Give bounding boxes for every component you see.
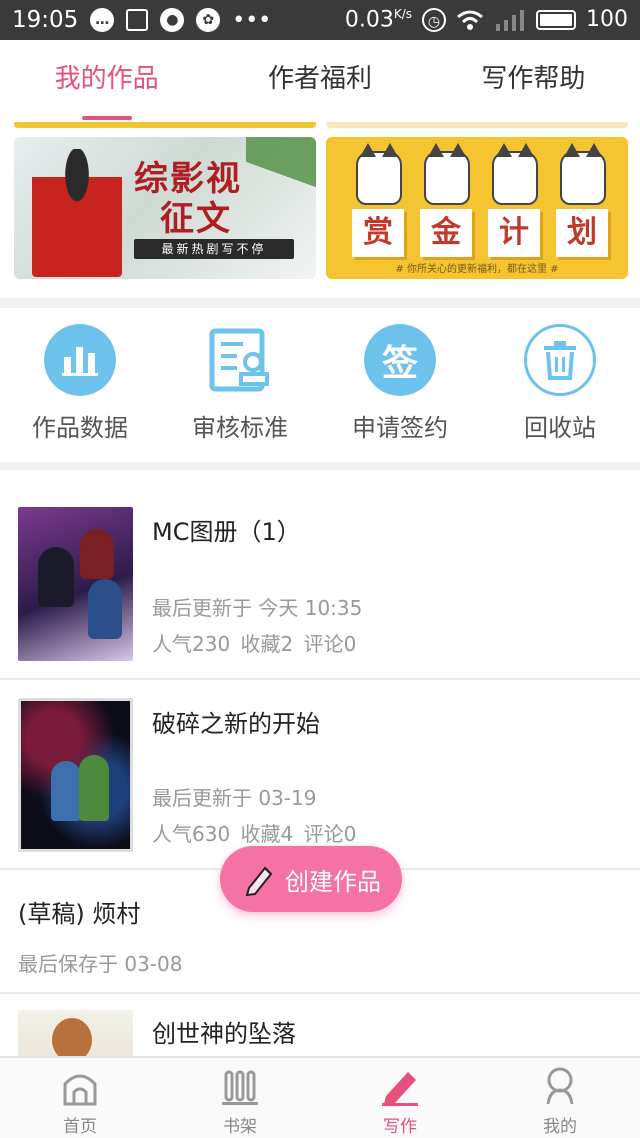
wifi-icon — [457, 10, 483, 30]
quick-action-label: 作品数据 — [32, 414, 128, 442]
work-title: (草稿) 烦村 — [18, 900, 141, 928]
work-title: 破碎之新的开始 — [152, 710, 320, 738]
status-time: 19:05 — [12, 7, 79, 33]
work-stats: 人气230 收藏2 评论0 — [152, 632, 357, 656]
tab-my-works[interactable]: 我的作品 — [0, 40, 213, 122]
character-figure — [79, 755, 109, 821]
cat-icon — [424, 143, 470, 205]
signal-icon — [496, 9, 524, 31]
battery-level: 100 — [586, 7, 628, 33]
more-icon: ••• — [232, 7, 272, 33]
work-cover-image — [18, 507, 133, 661]
bookshelf-icon — [222, 1070, 258, 1105]
banner-title: 综影视 征文 — [134, 159, 242, 239]
nav-home[interactable]: 首页 — [0, 1058, 160, 1138]
banner-strip-left — [14, 122, 316, 128]
work-cover-image — [18, 698, 133, 852]
cat-icon — [560, 143, 606, 205]
battery-icon — [536, 9, 576, 30]
review-doc-icon — [204, 324, 276, 396]
banner-area: 综影视 征文 最新热剧写不停 赏 金 计 划 # 你所关心的更新福利，都在这里 … — [0, 122, 640, 298]
banner-drama-contest[interactable]: 综影视 征文 最新热剧写不停 — [14, 137, 316, 279]
write-pen-icon — [382, 1072, 418, 1106]
work-stats: 人气630 收藏4 评论0 — [152, 822, 357, 846]
work-cover-image — [18, 1010, 133, 1056]
work-item[interactable]: 破碎之新的开始 最后更新于 03-19 人气630 收藏4 评论0 — [0, 680, 640, 870]
quick-action-review-standard[interactable]: 审核标准 — [160, 306, 320, 462]
cat-icon — [356, 143, 402, 205]
cat-icon — [492, 143, 538, 205]
bounty-word: 划 — [556, 209, 608, 257]
nav-label: 我的 — [543, 1117, 577, 1137]
bounty-word: 金 — [420, 209, 472, 257]
quick-action-label: 回收站 — [524, 414, 596, 442]
banner-bounty-plan[interactable]: 赏 金 计 划 # 你所关心的更新福利，都在这里 # — [326, 137, 628, 279]
nav-label: 首页 — [63, 1117, 97, 1137]
work-title: 创世神的坠落 — [152, 1020, 296, 1048]
account-icon: ● — [160, 8, 185, 32]
quick-action-recycle-bin[interactable]: 回收站 — [480, 306, 640, 462]
nav-label: 书架 — [223, 1117, 257, 1137]
create-work-button[interactable]: 创建作品 — [220, 846, 402, 912]
nav-label: 写作 — [383, 1117, 417, 1137]
bounty-word: 计 — [488, 209, 540, 257]
quick-action-label: 申请签约 — [352, 414, 448, 442]
sign-icon: 签 — [364, 324, 436, 396]
cats-illustration — [356, 143, 606, 215]
nav-write[interactable]: 写作 — [320, 1058, 480, 1138]
tab-author-benefits[interactable]: 作者福利 — [213, 40, 426, 122]
home-icon — [63, 1074, 97, 1106]
bar-chart-icon — [44, 324, 116, 396]
top-tabs: 我的作品 作者福利 写作帮助 — [0, 40, 640, 122]
character-figure — [52, 1018, 92, 1056]
status-bar: 19:05 … ● ✿ ••• 0.03K/s ◷ 100 — [0, 0, 640, 40]
banner-strip-right — [326, 122, 628, 128]
work-updated: 最后保存于 03-08 — [18, 952, 183, 976]
works-list: MC图册（1） 最后更新于 今天 10:35 人气230 收藏2 评论0 破碎之… — [0, 470, 640, 1056]
character-figure — [88, 579, 122, 639]
profile-icon — [546, 1067, 574, 1105]
nav-bookshelf[interactable]: 书架 — [160, 1058, 320, 1138]
quick-action-works-data[interactable]: 作品数据 — [0, 306, 160, 462]
bottom-nav: 首页 书架 写作 我的 — [0, 1056, 640, 1138]
mail-icon — [126, 9, 149, 31]
create-work-label: 创建作品 — [285, 867, 381, 896]
bounty-words: 赏 金 计 划 — [352, 209, 608, 257]
character-figure — [80, 529, 114, 579]
quick-action-apply-contract[interactable]: 签 申请签约 — [320, 306, 480, 462]
tab-writing-help[interactable]: 写作帮助 — [427, 40, 640, 122]
net-speed: 0.03K/s — [344, 7, 412, 33]
alarm-icon: ◷ — [422, 7, 446, 32]
costume-figure-image — [32, 149, 122, 277]
trash-icon — [524, 324, 596, 396]
section-divider — [0, 462, 640, 470]
work-updated: 最后更新于 今天 10:35 — [152, 596, 363, 620]
work-item[interactable]: 创世神的坠落 — [0, 994, 640, 1056]
bounty-word: 赏 — [352, 209, 404, 257]
work-title: MC图册（1） — [152, 518, 301, 546]
pen-icon — [245, 866, 273, 896]
nav-profile[interactable]: 我的 — [480, 1058, 640, 1138]
work-item[interactable]: MC图册（1） 最后更新于 今天 10:35 人气230 收藏2 评论0 — [0, 470, 640, 680]
chat-icon: … — [90, 8, 115, 32]
quick-action-label: 审核标准 — [192, 414, 288, 442]
paw-icon: ✿ — [196, 8, 221, 32]
character-figure — [51, 761, 81, 821]
character-figure — [38, 547, 74, 607]
banner-subtitle: 最新热剧写不停 — [134, 239, 294, 259]
work-updated: 最后更新于 03-19 — [152, 786, 317, 810]
banner-subtitle: # 你所关心的更新福利，都在这里 # — [395, 264, 559, 275]
quick-actions: 作品数据 审核标准 签 申请签约 回收站 — [0, 306, 640, 462]
